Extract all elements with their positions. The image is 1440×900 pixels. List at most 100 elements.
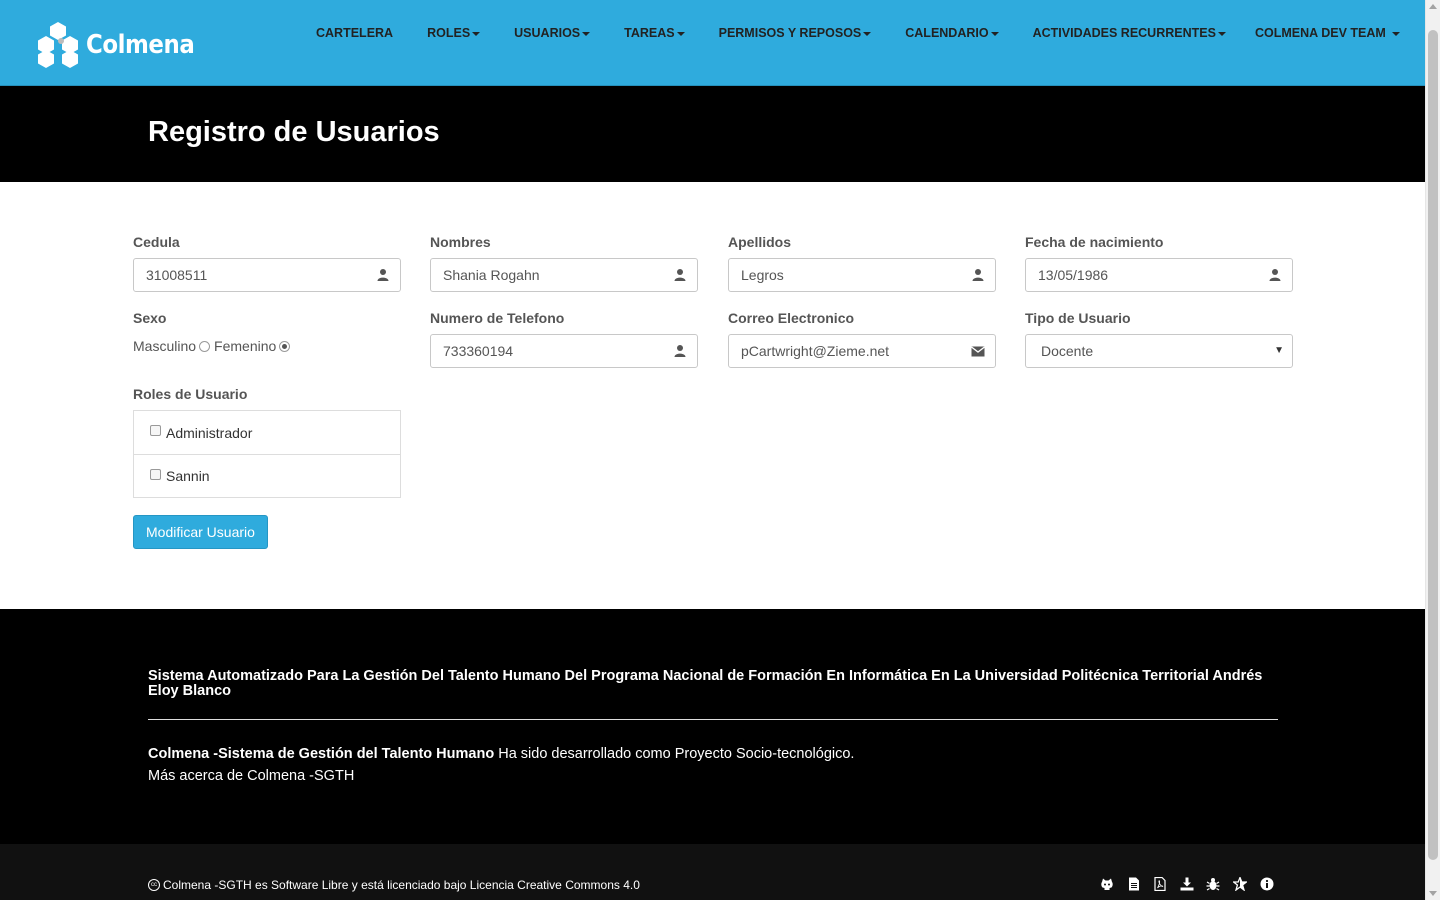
- nav-item-label: CALENDARIO: [905, 26, 989, 40]
- navbar: Colmena CARTELERA ROLES USUARIOS TAREAS …: [0, 0, 1425, 86]
- bug-icon[interactable]: [1206, 877, 1220, 891]
- checkbox[interactable]: [150, 425, 161, 436]
- modificar-usuario-button[interactable]: Modificar Usuario: [133, 515, 268, 549]
- telefono-input[interactable]: [431, 335, 697, 367]
- document-icon[interactable]: [1127, 877, 1141, 891]
- footer-description: Colmena -Sistema de Gestión del Talento …: [148, 743, 854, 787]
- footer-desc-bold: Colmena -Sistema de Gestión del Talento …: [148, 746, 495, 762]
- apellidos-input-wrap: [728, 258, 996, 292]
- role-label: Sannin: [166, 468, 210, 484]
- sexo-radio-group: Masculino Femenino: [133, 338, 401, 354]
- fecha-input-wrap: [1025, 258, 1293, 292]
- role-item-sannin[interactable]: Sannin: [134, 454, 400, 497]
- tipo-label: Tipo de Usuario: [1025, 310, 1131, 326]
- caret-down-icon: [863, 32, 872, 36]
- apellidos-label: Apellidos: [728, 234, 792, 250]
- vertical-scrollbar[interactable]: [1425, 0, 1440, 900]
- nav-item-tareas[interactable]: TAREAS: [624, 26, 685, 40]
- radio-label-femenino: Femenino: [214, 338, 277, 354]
- page-title: Registro de Usuarios: [148, 116, 440, 148]
- fecha-nacimiento-input[interactable]: [1026, 259, 1292, 291]
- user-menu[interactable]: COLMENA DEV TEAM: [1255, 26, 1400, 40]
- cedula-label: Cedula: [133, 234, 180, 250]
- apellidos-group: Apellidos: [728, 234, 996, 292]
- caret-down-icon: [676, 32, 685, 36]
- bottom-bar: cc Colmena -SGTH es Software Libre y est…: [0, 844, 1425, 900]
- caret-down-icon: [1391, 32, 1400, 36]
- user-icon: [1269, 269, 1281, 281]
- footer: Sistema Automatizado Para La Gestión Del…: [0, 609, 1425, 844]
- nav-item-roles[interactable]: ROLES: [427, 26, 481, 40]
- download-icon[interactable]: [1180, 877, 1194, 891]
- nav-item-cartelera[interactable]: CARTELERA: [316, 26, 393, 40]
- apellidos-input[interactable]: [729, 259, 995, 291]
- tipo-usuario-select[interactable]: Docente: [1026, 335, 1292, 367]
- scroll-up-arrow-icon[interactable]: [1429, 4, 1437, 9]
- user-icon: [377, 269, 389, 281]
- caret-down-icon: [582, 32, 591, 36]
- correo-group: Correo Electronico: [728, 310, 996, 368]
- nav-item-label: USUARIOS: [514, 26, 581, 40]
- user-menu-label: COLMENA DEV TEAM: [1255, 26, 1386, 40]
- correo-label: Correo Electronico: [728, 310, 855, 326]
- nombres-input-wrap: [430, 258, 698, 292]
- nav-item-calendario[interactable]: CALENDARIO: [905, 26, 999, 40]
- info-icon[interactable]: [1260, 877, 1274, 891]
- cedula-group: Cedula: [133, 234, 401, 292]
- envelope-icon: [971, 346, 985, 357]
- nav-item-label: ROLES: [427, 26, 471, 40]
- nav-item-label: TAREAS: [624, 26, 675, 40]
- nav-item-label: CARTELERA: [316, 26, 394, 40]
- correo-input-wrap: [728, 334, 996, 368]
- nav-item-actividades[interactable]: ACTIVIDADES RECURRENTES: [1033, 26, 1226, 40]
- footer-icon-bar: [1100, 877, 1286, 891]
- page: Colmena CARTELERA ROLES USUARIOS TAREAS …: [0, 0, 1425, 900]
- correo-input[interactable]: [729, 335, 995, 367]
- user-icon: [972, 269, 984, 281]
- nav-menu: CARTELERA ROLES USUARIOS TAREAS PERMISOS…: [316, 26, 1260, 40]
- nombres-input[interactable]: [431, 259, 697, 291]
- nav-item-usuarios[interactable]: USUARIOS: [514, 26, 591, 40]
- tipo-group: Tipo de Usuario Docente ▼: [1025, 310, 1293, 368]
- nav-item-label: PERMISOS Y REPOSOS: [718, 26, 862, 40]
- github-icon[interactable]: [1100, 877, 1114, 891]
- cedula-input[interactable]: [134, 259, 400, 291]
- telefono-label: Numero de Telefono: [430, 310, 565, 326]
- role-item-administrador[interactable]: Administrador: [134, 411, 400, 454]
- checkbox[interactable]: [150, 468, 161, 480]
- copyright-text: Colmena -SGTH es Software Libre y está l…: [163, 878, 640, 892]
- roles-list: Administrador Sannin: [133, 410, 401, 498]
- nav-item-permisos[interactable]: PERMISOS Y REPOSOS: [719, 26, 872, 40]
- caret-down-icon: [990, 32, 999, 36]
- sexo-label: Sexo: [133, 310, 167, 326]
- scroll-down-arrow-icon[interactable]: [1429, 891, 1437, 896]
- page-header: Registro de Usuarios: [0, 86, 1425, 182]
- telefono-group: Numero de Telefono: [430, 310, 698, 368]
- user-icon: [674, 345, 686, 357]
- radio-label-masculino: Masculino: [133, 338, 197, 354]
- caret-down-icon: [472, 32, 481, 36]
- caret-down-icon: [1217, 32, 1226, 36]
- footer-divider: [148, 719, 1278, 720]
- roles-group: Roles de Usuario Administrador Sannin: [133, 386, 401, 498]
- brand[interactable]: Colmena: [34, 22, 209, 68]
- radio-masculino[interactable]: [199, 340, 211, 352]
- nombres-label: Nombres: [430, 234, 491, 250]
- footer-desc-text: Ha sido desarrollado como Proyecto Socio…: [494, 746, 855, 762]
- radio-femenino[interactable]: [279, 340, 291, 352]
- tipo-select-wrap: Docente ▼: [1025, 334, 1293, 368]
- pdf-icon[interactable]: [1153, 877, 1167, 891]
- roles-label: Roles de Usuario: [133, 386, 248, 402]
- creative-commons-icon: cc: [148, 879, 160, 891]
- footer-title: Sistema Automatizado Para La Gestión Del…: [148, 668, 1263, 699]
- user-icon: [674, 269, 686, 281]
- star-icon[interactable]: [1232, 877, 1247, 891]
- nav-item-label: ACTIVIDADES RECURRENTES: [1032, 26, 1216, 40]
- role-label: Administrador: [166, 424, 253, 441]
- scroll-thumb[interactable]: [1428, 30, 1438, 860]
- footer-more-link[interactable]: Más acerca de Colmena -SGTH: [148, 765, 854, 787]
- sexo-group: Sexo Masculino Femenino: [133, 310, 401, 354]
- telefono-input-wrap: [430, 334, 698, 368]
- fecha-label: Fecha de nacimiento: [1025, 234, 1164, 250]
- nombres-group: Nombres: [430, 234, 698, 292]
